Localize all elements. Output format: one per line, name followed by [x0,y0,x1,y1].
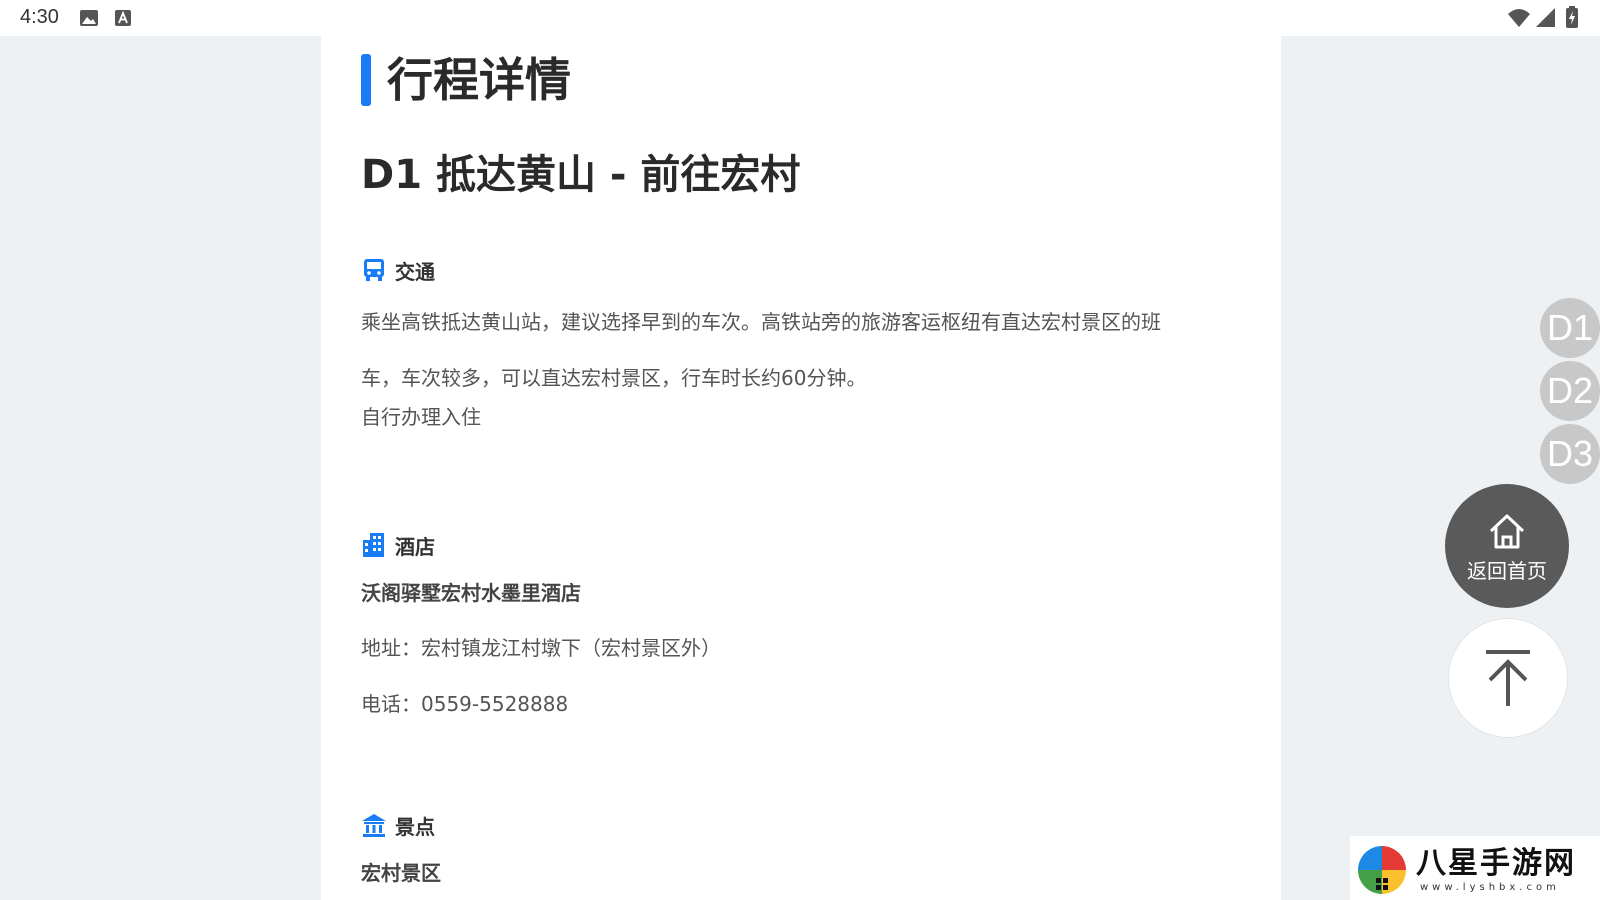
day-nav-d1[interactable]: D1 [1540,298,1600,358]
transport-section-header: 交通 [361,254,435,286]
battery-charging-icon [1566,6,1578,28]
day-nav-d2[interactable]: D2 [1540,361,1600,421]
checkin-note: 自行办理入住 [361,405,481,429]
hotel-address: 地址：宏村镇龙江村墩下（宏村景区外） [361,636,721,660]
status-bar: 4:30 [0,0,1600,36]
transport-text-line-2: 车，车次较多，可以直达宏村景区，行车时长约60分钟。 [361,366,867,390]
signal-icon [1536,8,1555,27]
itinerary-content[interactable]: 行程详情 D1 抵达黄山 - 前往宏村 交通 乘坐高铁抵达黄山站，建议选择早到的… [321,36,1281,900]
attraction-section-header: 景点 [361,809,435,841]
page-title: 行程详情 [387,53,571,107]
building-icon [363,533,384,557]
watermark-text: 八星手游网 [1416,846,1576,881]
watermark-logo-icon [1358,846,1406,894]
bus-icon [364,259,384,281]
arrow-up-icon [1486,650,1530,706]
transport-label: 交通 [395,259,435,284]
transport-description: 乘坐高铁抵达黄山站，建议选择早到的车次。高铁站旁的旅游客运枢纽有直达宏村景区的班… [361,294,1241,406]
hotel-phone[interactable]: 电话：0559-5528888 [361,688,568,717]
transport-text-line-1: 乘坐高铁抵达黄山站，建议选择早到的车次。高铁站旁的旅游客运枢纽有直达宏村景区的班 [361,310,1161,334]
day-title: D1 抵达黄山 - 前往宏村 [361,152,801,198]
hotel-section-header: 酒店 [361,529,435,561]
hotel-name: 沃阁驿墅宏村水墨里酒店 [361,581,581,605]
wifi-icon [1508,9,1530,27]
watermark-url: www.lyshbx.com [1420,882,1560,893]
home-button[interactable]: 返回首页 [1445,484,1569,608]
a-keyboard-icon [115,10,131,26]
landmark-icon [362,814,386,837]
attraction-label: 景点 [395,814,435,839]
status-time: 4:30 [20,6,59,28]
home-icon [1489,514,1525,548]
title-accent-bar [361,54,371,106]
attraction-name: 宏村景区 [361,861,441,885]
home-button-label: 返回首页 [1467,558,1547,583]
image-icon [80,10,98,26]
watermark: 八星手游网 www.lyshbx.com [1350,836,1600,900]
back-to-top-button[interactable] [1448,618,1568,738]
day-nav-d3[interactable]: D3 [1540,424,1600,484]
hotel-label: 酒店 [395,534,435,559]
